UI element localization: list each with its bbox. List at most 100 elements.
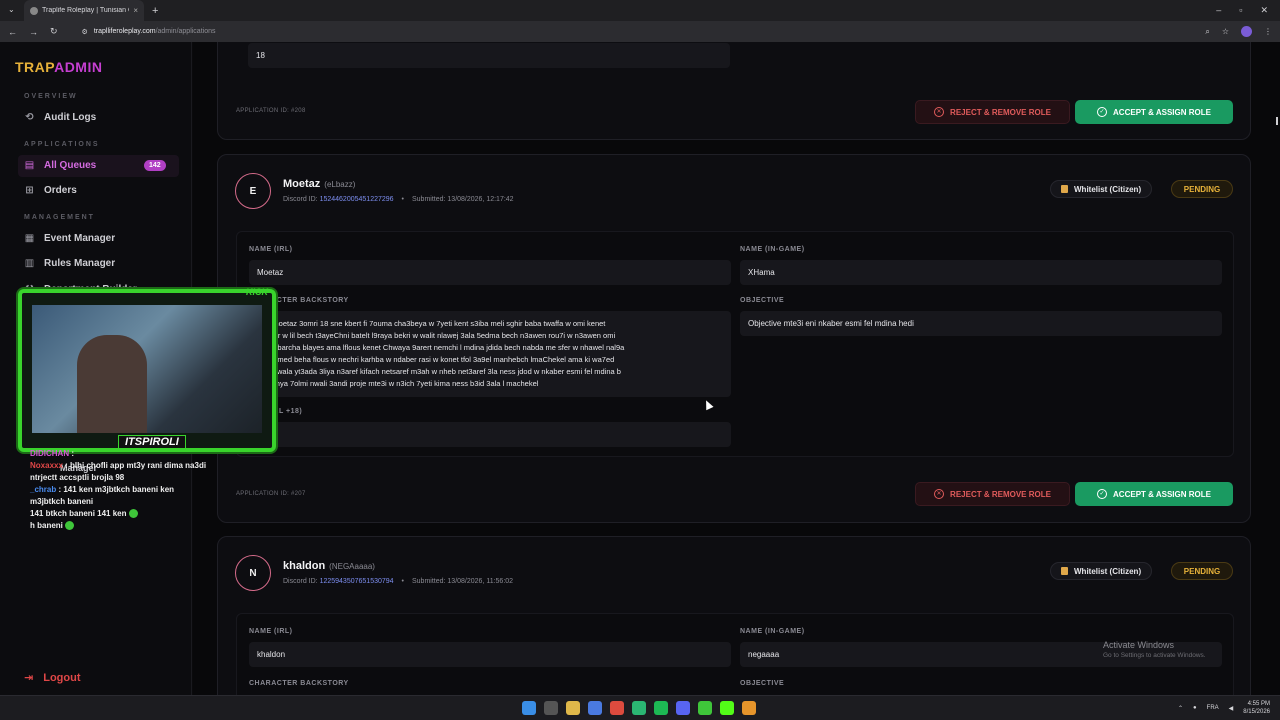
status-badge: PENDING xyxy=(1171,180,1233,198)
check-circle-icon: ✓ xyxy=(1097,107,1108,117)
chrome-canary-icon[interactable] xyxy=(742,701,756,715)
emote-icon xyxy=(128,509,138,519)
new-tab-button[interactable]: + xyxy=(152,5,158,17)
clock[interactable]: 4:55 PM 8/15/2026 xyxy=(1243,700,1270,716)
address-bar-actions: ⌕ ☆ ⋮ xyxy=(1205,26,1272,37)
reject-remove-role-button[interactable]: ✕ REJECT & REMOVE ROLE xyxy=(915,482,1070,506)
brand-logo[interactable]: TRAPADMIN xyxy=(15,59,102,75)
main-content: 18 APPLICATION ID: #208 ✕ REJECT & REMOVE… xyxy=(193,42,1280,695)
backstory-label: CHARACTER BACKSTORY xyxy=(249,680,349,687)
volume-icon[interactable]: ◀ xyxy=(1229,705,1234,712)
name-irl-label: NAME (IRL) xyxy=(249,628,293,635)
applicant-alias: (NEGAaaaa) xyxy=(329,562,375,571)
system-tray: ⌃ ● FRA ◀ 4:55 PM 8/15/2026 xyxy=(1178,700,1270,716)
browser-menu-icon[interactable]: ⋮ xyxy=(1264,27,1272,36)
book-icon: ▥ xyxy=(24,258,35,269)
submitted-date: Submitted: 13/08/2026, 11:56:02 xyxy=(412,578,514,585)
tab-menu-icon[interactable]: ⌄ xyxy=(8,5,15,14)
webcam-overlay: KICK ITSPIROLI xyxy=(18,287,276,452)
chat-message: _chrab : 141 ken m3jbtkch baneni ken m3j… xyxy=(30,485,175,506)
url-host: traplliferoleplay.com xyxy=(93,28,156,35)
field-value: 18 xyxy=(248,43,730,68)
browser-tab[interactable]: Traplife Roleplay | Tunisian GTA × xyxy=(24,0,144,21)
bookmark-star-icon[interactable]: ☆ xyxy=(1222,27,1229,36)
avatar: N xyxy=(235,555,271,591)
taskbar: ⌃ ● FRA ◀ 4:55 PM 8/15/2026 xyxy=(0,695,1280,720)
streamer-figure xyxy=(77,335,147,433)
reload-icon[interactable]: ↻ xyxy=(50,26,58,37)
application-card-khaldon: N khaldon (NEGAaaaa) Discord ID: 12259435… xyxy=(217,536,1251,695)
sidebar-item-orders[interactable]: ⊞ Orders xyxy=(24,185,77,196)
start-icon[interactable] xyxy=(522,701,536,715)
document-icon xyxy=(1061,185,1068,193)
chat-overlay: DIDICHAN : Noxaxxx : blhi chofli app mt3… xyxy=(30,448,210,532)
sidebar-item-audit-logs[interactable]: ⟲ Audit Logs xyxy=(24,112,96,123)
name-irl-value: khaldon xyxy=(249,642,731,667)
chrome-dev-icon[interactable] xyxy=(632,701,646,715)
check-circle-icon: ✓ xyxy=(1097,489,1108,499)
name-irl-value: Moetaz xyxy=(249,260,731,285)
chat-message: Noxaxxx : blhi chofli app mt3y rani dima… xyxy=(30,461,207,482)
sidebar-item-all-queues[interactable]: ▤ All Queues xyxy=(24,160,96,171)
url-field[interactable]: ⚙ traplliferoleplay.com/admin/applicatio… xyxy=(82,28,216,36)
emote-icon xyxy=(65,521,75,531)
back-icon[interactable]: ← xyxy=(8,27,17,37)
section-applications: APPLICATIONS xyxy=(24,141,100,148)
applicant-alias: (eLbazz) xyxy=(324,180,356,189)
sidebar-item-rules-manager[interactable]: ▥ Rules Manager xyxy=(24,258,115,269)
taskbar-apps xyxy=(522,701,756,715)
spotify-icon[interactable] xyxy=(654,701,668,715)
queue-count-badge: 142 xyxy=(144,160,166,171)
applicant-meta: Discord ID: 1225943507651530794 • Submit… xyxy=(283,578,514,585)
name-irl-label: NAME (IRL) xyxy=(249,246,293,253)
tab-close-icon[interactable]: × xyxy=(133,6,138,15)
file-explorer-icon[interactable] xyxy=(566,701,580,715)
objective-value: Objective mte3i eni nkaber esmi fel mdin… xyxy=(740,311,1222,336)
section-management: MANAGEMENT xyxy=(24,214,95,221)
language-indicator[interactable]: FRA xyxy=(1207,705,1219,711)
objective-label: OBJECTIVE xyxy=(740,297,785,304)
app-icon[interactable] xyxy=(698,701,712,715)
reject-remove-role-button[interactable]: ✕ REJECT & REMOVE ROLE xyxy=(915,100,1070,124)
maximize-icon[interactable]: ▫ xyxy=(1239,5,1242,16)
zoom-icon[interactable]: ⌕ xyxy=(1205,27,1209,37)
application-type-pill: Whitelist (Citizen) xyxy=(1050,562,1153,580)
store-icon[interactable] xyxy=(588,701,602,715)
objective-label: OBJECTIVE xyxy=(740,680,785,687)
chat-message: DIDICHAN : xyxy=(30,449,75,458)
site-info-icon[interactable]: ⚙ xyxy=(82,28,88,36)
sidebar-item-event-manager[interactable]: ▦ Event Manager xyxy=(24,233,115,244)
close-window-icon[interactable]: ✕ xyxy=(1260,5,1268,16)
windows-activation-watermark: Activate Windows Go to Settings to activ… xyxy=(1103,640,1206,659)
document-icon: ▤ xyxy=(24,160,35,171)
applicant-meta: Discord ID: 1524462005451227296 • Submit… xyxy=(283,196,514,203)
search-icon[interactable] xyxy=(544,701,558,715)
name-in-game-label: NAME (IN-GAME) xyxy=(740,628,805,635)
tab-title: Traplife Roleplay | Tunisian GTA xyxy=(42,7,129,14)
logout-icon: ⇥ xyxy=(24,672,34,684)
kick-logo: KICK xyxy=(246,287,268,297)
application-type-pill: Whitelist (Citizen) xyxy=(1050,180,1153,198)
accept-assign-role-button[interactable]: ✓ ACCEPT & ASSIGN ROLE xyxy=(1075,100,1233,124)
x-circle-icon: ✕ xyxy=(934,489,945,499)
streamer-name-tag: ITSPIROLI xyxy=(118,435,186,449)
age-value xyxy=(249,422,731,447)
application-id: APPLICATION ID: #207 xyxy=(236,491,306,497)
applicant-name: Moetaz (eLbazz) xyxy=(283,178,356,190)
accept-assign-role-button[interactable]: ✓ ACCEPT & ASSIGN ROLE xyxy=(1075,482,1233,506)
profile-avatar[interactable] xyxy=(1241,26,1252,37)
discord-icon[interactable] xyxy=(676,701,690,715)
scrollbar[interactable] xyxy=(1276,117,1278,125)
name-in-game-label: NAME (IN-GAME) xyxy=(740,246,805,253)
forward-icon[interactable]: → xyxy=(29,27,38,37)
logout-button[interactable]: ⇥ Logout xyxy=(24,671,80,685)
chevron-up-icon[interactable]: ⌃ xyxy=(1178,705,1183,712)
kick-icon[interactable] xyxy=(720,701,734,715)
applicant-name: khaldon (NEGAaaaa) xyxy=(283,560,375,572)
name-in-game-value: XHama xyxy=(740,260,1222,285)
minimize-icon[interactable]: – xyxy=(1216,5,1221,16)
mic-icon[interactable]: ● xyxy=(1193,705,1197,711)
chrome-icon[interactable] xyxy=(610,701,624,715)
chat-message: 141 btkch baneni 141 ken xyxy=(30,508,210,520)
history-icon: ⟲ xyxy=(25,112,34,123)
